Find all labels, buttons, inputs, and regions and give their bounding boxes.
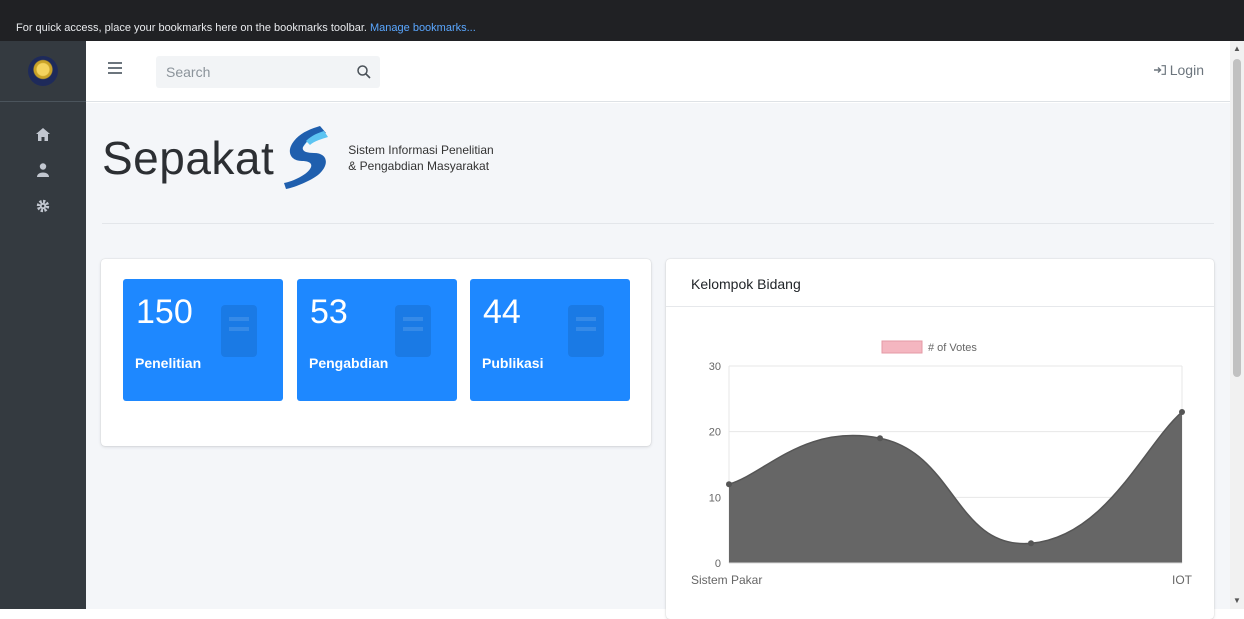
y-tick-label: 0 [715,558,721,570]
scrollbar-thumb[interactable] [1233,59,1241,377]
chart-title: Kelompok Bidang [666,259,1214,307]
brand-tagline-line-1: Sistem Informasi Penelitian [348,143,494,157]
data-point [1028,540,1034,547]
page-scrollbar[interactable]: ▲ ▼ [1230,41,1244,609]
book-icon [221,305,257,357]
stat-box-publikasi[interactable]: 44 Publikasi [470,279,630,401]
y-tick-label: 10 [709,492,721,504]
stat-value: 53 [310,293,348,331]
data-point [877,435,883,442]
login-button[interactable]: Login [1153,62,1204,78]
book-icon [568,305,604,357]
sign-in-icon [1153,65,1166,75]
menu-toggle-button[interactable] [108,62,122,74]
x-tick-label: Sistem Pakar [691,573,762,587]
user-icon [37,163,49,177]
chart-card: Kelompok Bidang 0 10 20 30 Sistem Pakar IOT # … [666,259,1214,619]
divider [102,223,1214,224]
data-point [1179,408,1185,415]
stat-box-penelitian[interactable]: 150 Penelitian [123,279,283,401]
stats-card: 150 Penelitian 53 Pengabdian 44 Publikas… [101,259,651,446]
search-input[interactable] [166,56,346,88]
book-icon [395,305,431,357]
top-navbar: Login [86,41,1230,102]
stat-value: 44 [483,293,521,331]
sidebar [0,41,86,609]
scroll-up-icon[interactable]: ▲ [1233,44,1241,53]
bookmarks-toolbar: For quick access, place your bookmarks h… [0,0,1244,41]
y-tick-label: 30 [709,361,721,373]
bookmarks-hint: For quick access, place your bookmarks h… [16,22,367,34]
search-bar [156,56,380,88]
legend-label: # of Votes [928,342,977,354]
legend-swatch [881,340,923,354]
stat-label: Pengabdian [309,355,389,371]
site-brand: Sepakat Sistem Informasi Penelitian & Pe… [102,123,494,193]
stat-value: 150 [136,293,193,331]
sidebar-item-settings[interactable] [0,188,86,224]
search-icon[interactable] [356,64,372,80]
stat-label: Publikasi [482,355,544,371]
home-icon [36,127,50,141]
kelompok-bidang-chart: 0 10 20 30 Sistem Pakar IOT # of Votes [691,340,1193,587]
institution-logo [28,56,58,86]
sidebar-brand[interactable] [0,41,86,102]
sidebar-item-home[interactable] [0,116,86,152]
gear-icon [36,199,50,213]
area-fill [729,411,1182,563]
brand-logo-mark [284,126,329,189]
manage-bookmarks-link[interactable]: Manage bookmarks... [370,22,476,34]
brand-name: Sepakat [102,132,275,184]
main-content: Sepakat Sistem Informasi Penelitian & Pe… [86,103,1230,619]
stat-label: Penelitian [135,355,202,371]
sidebar-item-user[interactable] [0,152,86,188]
stat-box-pengabdian[interactable]: 53 Pengabdian [297,279,457,401]
data-point [726,481,732,488]
login-label: Login [1169,62,1204,78]
scroll-down-icon[interactable]: ▼ [1233,596,1241,605]
brand-tagline: Sistem Informasi Penelitian & Pengabdian… [348,142,493,174]
brand-tagline-line-2: & Pengabdian Masyarakat [348,159,490,173]
y-tick-label: 20 [709,427,721,439]
x-tick-label: IOT [1172,573,1193,587]
